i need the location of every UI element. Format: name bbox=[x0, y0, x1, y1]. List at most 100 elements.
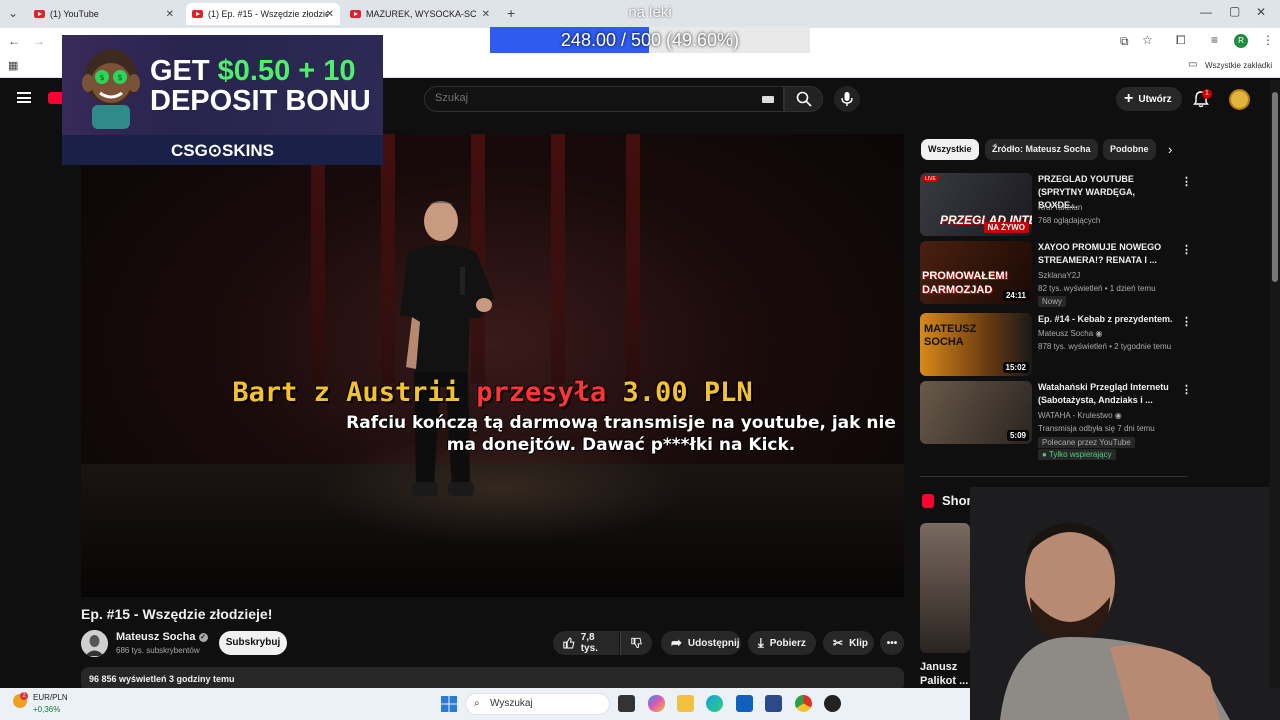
tab-label: (1) YouTube bbox=[50, 9, 99, 19]
ticker-change: +0,36% bbox=[33, 705, 61, 714]
more-vert-icon[interactable]: ⋮ bbox=[1181, 383, 1192, 396]
search-button[interactable] bbox=[784, 86, 823, 112]
more-vert-icon[interactable]: ⋮ bbox=[1181, 243, 1192, 256]
more-horizontal-icon: ••• bbox=[886, 637, 898, 649]
chip-source[interactable]: Źródło: Mateusz Socha bbox=[985, 139, 1098, 160]
rec-channel-text: WATAHA - Krulestwo bbox=[1038, 411, 1113, 420]
apps-grid-icon[interactable]: ▦ bbox=[8, 59, 18, 72]
outlook-icon[interactable] bbox=[736, 695, 753, 712]
rec-thumbnail[interactable]: MATEUSZ SOCHA 15:02 bbox=[920, 313, 1032, 376]
folder-icon: ▭ bbox=[1188, 59, 1198, 70]
scrollbar-thumb[interactable] bbox=[1272, 92, 1278, 282]
live-indicator-icon: LIVE bbox=[923, 176, 938, 182]
streamer-figure bbox=[970, 487, 1280, 720]
shorts-section-title: Shor bbox=[942, 493, 972, 508]
close-window-icon[interactable]: ✕ bbox=[1256, 5, 1266, 19]
subscriber-count: 686 tys. subskrybentów bbox=[116, 646, 200, 655]
clip-button[interactable]: ✂ Klip bbox=[823, 631, 874, 655]
rec-channel[interactable]: Krul Takefun bbox=[1038, 203, 1082, 212]
channel-name[interactable]: Mateusz Socha ✓ bbox=[116, 631, 208, 643]
close-tab-icon[interactable]: ✕ bbox=[326, 9, 334, 20]
media-icon[interactable]: ≡ bbox=[1211, 33, 1218, 47]
more-actions-button[interactable]: ••• bbox=[880, 631, 904, 655]
browser-menu-icon[interactable]: ⋮ bbox=[1262, 33, 1274, 47]
plus-icon: + bbox=[1124, 90, 1134, 107]
maximize-icon[interactable]: ▢ bbox=[1229, 4, 1240, 18]
rec-title[interactable]: Ep. #14 - Kebab z prezydentem. bbox=[1038, 313, 1173, 326]
tab-search-icon[interactable]: ⌄ bbox=[8, 6, 18, 20]
store-icon[interactable] bbox=[765, 695, 782, 712]
bookmark-star-icon[interactable]: ☆ bbox=[1142, 33, 1153, 47]
channel-avatar[interactable] bbox=[81, 630, 108, 657]
close-tab-icon[interactable]: ✕ bbox=[166, 9, 174, 20]
rec-thumbnail[interactable]: LIVE PRZEGLĄD INTERNET NA ŻYWO bbox=[920, 173, 1032, 236]
ad-headline: GET $0.50 + 10 bbox=[150, 55, 356, 88]
like-button[interactable]: 7,8 tys. bbox=[553, 631, 619, 655]
windows-start-icon[interactable] bbox=[441, 696, 457, 712]
task-view-icon[interactable] bbox=[618, 695, 635, 712]
taskbar-search[interactable]: ⌕ Wyszukaj bbox=[465, 693, 610, 715]
ad-brand-logo: CSG⊙SKINS bbox=[170, 141, 275, 160]
tab-video[interactable]: (1) Ep. #15 - Wszędzie złodzieje ✕ bbox=[186, 3, 340, 25]
clip-label: Klip bbox=[849, 637, 868, 649]
minimize-icon[interactable]: — bbox=[1200, 5, 1212, 19]
menu-icon[interactable] bbox=[17, 92, 31, 103]
search-input[interactable] bbox=[435, 92, 735, 104]
download-button[interactable]: ⤓ Pobierz bbox=[748, 631, 816, 655]
donation-message: Rafciu kończą tą darmową transmisje na y… bbox=[346, 413, 896, 455]
rec-thumbnail[interactable]: 5:09 bbox=[920, 381, 1032, 444]
obs-icon[interactable] bbox=[824, 695, 841, 712]
rec-channel[interactable]: SzklanaY2J bbox=[1038, 271, 1080, 280]
file-explorer-icon[interactable] bbox=[677, 695, 694, 712]
voice-search-button[interactable] bbox=[834, 86, 860, 112]
rec-channel[interactable]: Mateusz Socha ◉ bbox=[1038, 329, 1102, 338]
share-button[interactable]: ➦ Udostępnij bbox=[661, 631, 741, 655]
chip-similar[interactable]: Podobne bbox=[1103, 139, 1156, 160]
subscribe-button[interactable]: Subskrybuj bbox=[219, 631, 287, 655]
rec-title[interactable]: XAYOO PROMUJE NOWEGO STREAMERA!? RENATA … bbox=[1038, 241, 1173, 267]
dislike-button[interactable] bbox=[620, 631, 652, 655]
account-avatar[interactable] bbox=[1229, 89, 1250, 110]
rec-channel[interactable]: WATAHA - Krulestwo ◉ bbox=[1038, 411, 1122, 420]
rec-title[interactable]: Watahański Przegląd Internetu (Sabotażys… bbox=[1038, 381, 1173, 407]
extensions-icon[interactable]: ⧠ bbox=[1176, 33, 1186, 48]
shorts-icon bbox=[922, 494, 934, 508]
short-thumbnail[interactable] bbox=[920, 523, 970, 653]
performer-figure bbox=[400, 201, 494, 496]
edge-icon[interactable] bbox=[706, 695, 723, 712]
thumbs-down-icon bbox=[631, 637, 642, 649]
live-badge: NA ŻYWO bbox=[983, 222, 1029, 233]
download-icon: ⤓ bbox=[758, 635, 764, 650]
cast-icon[interactable]: ⧉ bbox=[1120, 34, 1129, 49]
close-tab-icon[interactable]: ✕ bbox=[482, 9, 490, 20]
curtain-fold bbox=[311, 134, 325, 384]
more-vert-icon[interactable]: ⋮ bbox=[1181, 315, 1192, 328]
verified-icon: ◉ bbox=[1114, 411, 1122, 420]
new-tab-icon[interactable]: + bbox=[507, 5, 515, 21]
video-player[interactable]: Bart z Austrii przesyła 3.00 PLN Rafciu … bbox=[81, 134, 904, 597]
curtain-fold bbox=[626, 134, 640, 384]
rec-thumbnail[interactable]: PROMOWAŁEM! DARMOZJAD 24:11 bbox=[920, 241, 1032, 304]
donor-name: Bart z Austrii bbox=[232, 377, 460, 408]
copilot-icon[interactable] bbox=[648, 695, 665, 712]
search-box[interactable] bbox=[424, 86, 784, 112]
all-bookmarks-link[interactable]: Wszystkie zakładki bbox=[1205, 61, 1272, 70]
chrome-icon[interactable] bbox=[795, 695, 812, 712]
keyboard-icon[interactable] bbox=[762, 96, 774, 103]
donation-alert-header: Bart z Austrii przesyła 3.00 PLN bbox=[81, 377, 904, 408]
create-button[interactable]: + Utwórz bbox=[1116, 87, 1182, 111]
tab-youtube-home[interactable]: (1) YouTube ✕ bbox=[28, 3, 180, 25]
chip-all[interactable]: Wszystkie bbox=[921, 139, 979, 160]
chevron-right-icon[interactable]: › bbox=[1168, 142, 1172, 157]
rec-channel-text: Mateusz Socha bbox=[1038, 329, 1094, 338]
casino-ad-banner[interactable]: $ $ GET $0.50 + 10 DEPOSIT BONU CSG⊙SKIN… bbox=[62, 35, 383, 165]
profile-avatar[interactable]: R bbox=[1234, 34, 1248, 48]
video-title: Ep. #15 - Wszędzie złodzieje! bbox=[81, 606, 273, 622]
more-vert-icon[interactable]: ⋮ bbox=[1181, 175, 1192, 188]
tab-mazurek[interactable]: MAZUREK, WYSOCKA-SCHNEP ✕ bbox=[344, 3, 496, 25]
forward-icon[interactable]: → bbox=[33, 34, 45, 48]
svg-text:$: $ bbox=[99, 73, 104, 82]
donation-verb: przesyła bbox=[476, 377, 607, 408]
taskbar-search-label: Wyszukaj bbox=[490, 698, 533, 709]
back-icon[interactable]: ← bbox=[8, 34, 20, 48]
